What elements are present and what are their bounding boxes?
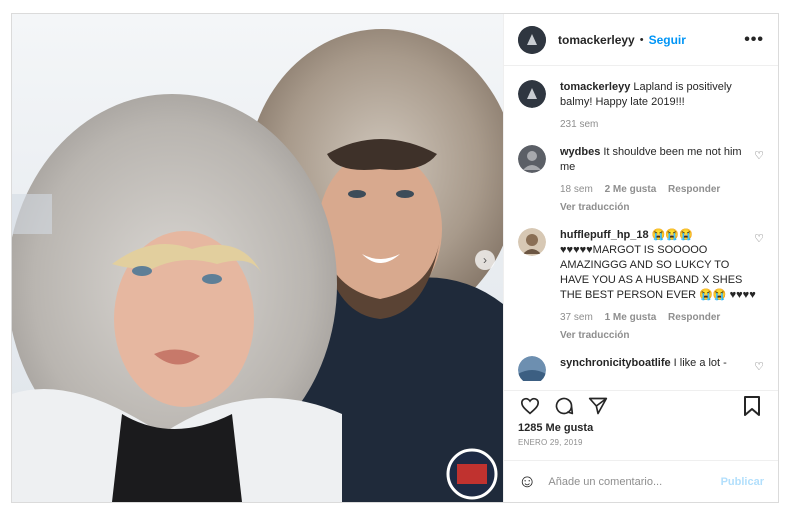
author-username[interactable]: tomackerleyy <box>558 33 635 47</box>
caption-username[interactable]: tomackerleyy <box>560 81 630 93</box>
comment-input[interactable] <box>548 475 709 488</box>
heart-outline-icon <box>520 397 540 414</box>
see-translation-link[interactable]: Ver traducción <box>560 328 756 343</box>
caption-item: tomackerleyy Lapland is positively balmy!… <box>518 80 764 132</box>
comment-likes[interactable]: 2 Me gusta <box>605 184 657 195</box>
bookmark-icon <box>744 395 760 416</box>
comment-time[interactable]: 37 sem <box>560 312 593 323</box>
share-button[interactable] <box>586 394 610 418</box>
comments-list[interactable]: tomackerleyy Lapland is positively balmy!… <box>504 67 778 381</box>
comment-item: wydbes It shouldve been me not him me 18 … <box>518 145 764 215</box>
save-button[interactable] <box>740 394 764 418</box>
comment-text: I like a lot - <box>673 357 727 369</box>
see-translation-link[interactable]: Ver traducción <box>560 200 756 215</box>
like-button[interactable] <box>518 394 542 418</box>
comment-item: hufflepuff_hp_18 😭😭😭 ♥♥♥♥♥MARGOT IS SOOOO… <box>518 228 764 343</box>
comment-meta: 37 sem 1 Me gusta Responder <box>560 310 756 325</box>
publish-button[interactable]: Publicar <box>721 476 764 488</box>
post-header: tomackerleyy • Seguir ••• <box>504 14 778 66</box>
likes-count[interactable]: 1285 Me gusta <box>518 422 593 434</box>
post-photo[interactable]: › <box>12 14 503 502</box>
comment-username[interactable]: wydbes <box>560 146 600 158</box>
heart-icon[interactable]: ♡ <box>754 360 764 373</box>
comment-username[interactable]: hufflepuff_hp_18 <box>560 229 649 241</box>
chevron-right-icon: › <box>483 253 487 267</box>
post-side-panel: tomackerleyy • Seguir ••• tomackerleyy La… <box>503 14 778 502</box>
add-comment-bar: ☺ Publicar <box>504 460 778 502</box>
more-options-icon[interactable]: ••• <box>744 31 764 49</box>
heart-icon[interactable]: ♡ <box>754 149 764 162</box>
comment-bubble-icon <box>555 397 574 414</box>
author-avatar[interactable] <box>518 25 546 54</box>
comment-body: hufflepuff_hp_18 😭😭😭 ♥♥♥♥♥MARGOT IS SOOOO… <box>560 228 756 343</box>
comment-username[interactable]: synchronicityboatlife <box>560 357 671 369</box>
comment-time[interactable]: 18 sem <box>560 184 593 195</box>
action-bar <box>504 390 778 420</box>
post-frame: › tomackerleyy • Seguir ••• tomackerleyy… <box>11 13 779 503</box>
send-icon <box>588 397 608 414</box>
caption-avatar[interactable] <box>518 80 546 108</box>
comment-item: synchronicityboatlife I like a lot - ♡ <box>518 356 764 381</box>
comment-button[interactable] <box>552 394 576 418</box>
photo-image <box>12 14 503 502</box>
comment-body: synchronicityboatlife I like a lot - <box>560 356 756 381</box>
comment-avatar[interactable] <box>518 145 546 173</box>
caption-meta: 231 sem <box>560 117 756 132</box>
follow-button[interactable]: Seguir <box>649 33 686 47</box>
comment-body: wydbes It shouldve been me not him me 18 … <box>560 145 756 215</box>
separator-dot: • <box>639 33 644 46</box>
emoji-icon[interactable]: ☺ <box>518 471 536 492</box>
post-date[interactable]: ENERO 29, 2019 <box>518 438 583 447</box>
heart-icon[interactable]: ♡ <box>754 232 764 245</box>
next-photo-button[interactable]: › <box>475 250 495 270</box>
caption-time[interactable]: 231 sem <box>560 119 598 130</box>
comment-meta: 18 sem 2 Me gusta Responder <box>560 182 756 197</box>
comment-likes[interactable]: 1 Me gusta <box>605 312 657 323</box>
reply-button[interactable]: Responder <box>668 184 720 195</box>
reply-button[interactable]: Responder <box>668 312 720 323</box>
comment-avatar[interactable] <box>518 356 546 381</box>
caption-body: tomackerleyy Lapland is positively balmy!… <box>560 80 756 132</box>
comment-avatar[interactable] <box>518 228 546 256</box>
